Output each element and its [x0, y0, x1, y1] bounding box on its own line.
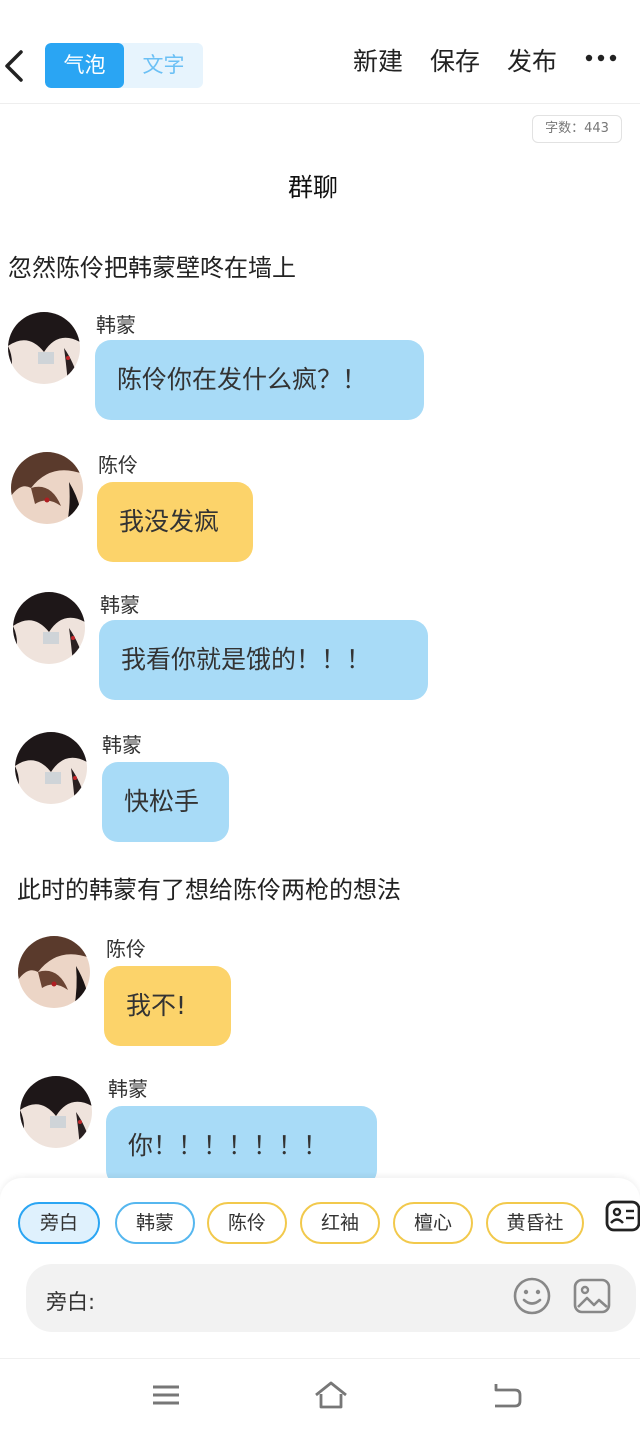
speaker-name: 韩蒙: [108, 1077, 148, 1101]
word-count-badge: 字数：443: [532, 115, 622, 143]
speaker-name: 韩蒙: [96, 313, 136, 337]
speaker-name: 陈伶: [106, 937, 146, 961]
message-bubble[interactable]: 我看你就是饿的！！！: [99, 620, 428, 700]
tab-bubble[interactable]: 气泡: [45, 43, 124, 88]
emoji-icon[interactable]: [512, 1276, 552, 1316]
mode-switch: 气泡 文字: [45, 43, 203, 88]
tab-text[interactable]: 文字: [124, 43, 203, 88]
publish-button[interactable]: 发布: [507, 44, 557, 80]
role-chip-narrator[interactable]: 旁白: [18, 1202, 100, 1244]
avatar[interactable]: [13, 592, 85, 664]
return-icon[interactable]: [489, 1380, 525, 1410]
top-bar: 气泡 文字 新建 保存 发布: [0, 0, 640, 104]
message-bubble[interactable]: 你！！！！！！！: [106, 1106, 377, 1186]
chat-title: 群聊: [287, 173, 338, 202]
narration-text[interactable]: 忽然陈伶把韩蒙壁咚在墙上: [8, 248, 296, 283]
avatar[interactable]: [20, 1076, 92, 1148]
avatar[interactable]: [15, 732, 87, 804]
speaker-name: 韩蒙: [102, 733, 142, 757]
save-button[interactable]: 保存: [430, 44, 480, 80]
narration-text[interactable]: 此时的韩蒙有了想给陈伶两枪的想法: [17, 870, 401, 905]
more-icon[interactable]: [584, 48, 618, 68]
input-speaker-label: 旁白:: [46, 1290, 96, 1314]
back-icon[interactable]: [2, 48, 26, 84]
role-chip-tanxin[interactable]: 檀心: [393, 1202, 473, 1244]
message-bubble[interactable]: 快松手: [102, 762, 229, 842]
role-chip-hongxiu[interactable]: 红袖: [300, 1202, 380, 1244]
contact-card-icon[interactable]: [604, 1198, 640, 1234]
menu-icon[interactable]: [148, 1380, 184, 1410]
message-bubble[interactable]: 陈伶你在发什么疯？！: [95, 340, 424, 420]
home-icon[interactable]: [313, 1380, 349, 1410]
avatar[interactable]: [18, 936, 90, 1008]
role-chip-huanghunshe[interactable]: 黄昏社: [486, 1202, 584, 1244]
avatar[interactable]: [11, 452, 83, 524]
image-icon[interactable]: [572, 1276, 612, 1316]
message-bubble[interactable]: 我没发疯: [97, 482, 253, 562]
new-button[interactable]: 新建: [353, 44, 403, 80]
role-chip-hanmeng[interactable]: 韩蒙: [115, 1202, 195, 1244]
speaker-name: 韩蒙: [100, 593, 140, 617]
avatar[interactable]: [8, 312, 80, 384]
message-bubble[interactable]: 我不!: [104, 966, 231, 1046]
role-chip-chenling[interactable]: 陈伶: [207, 1202, 287, 1244]
speaker-name: 陈伶: [98, 453, 138, 477]
